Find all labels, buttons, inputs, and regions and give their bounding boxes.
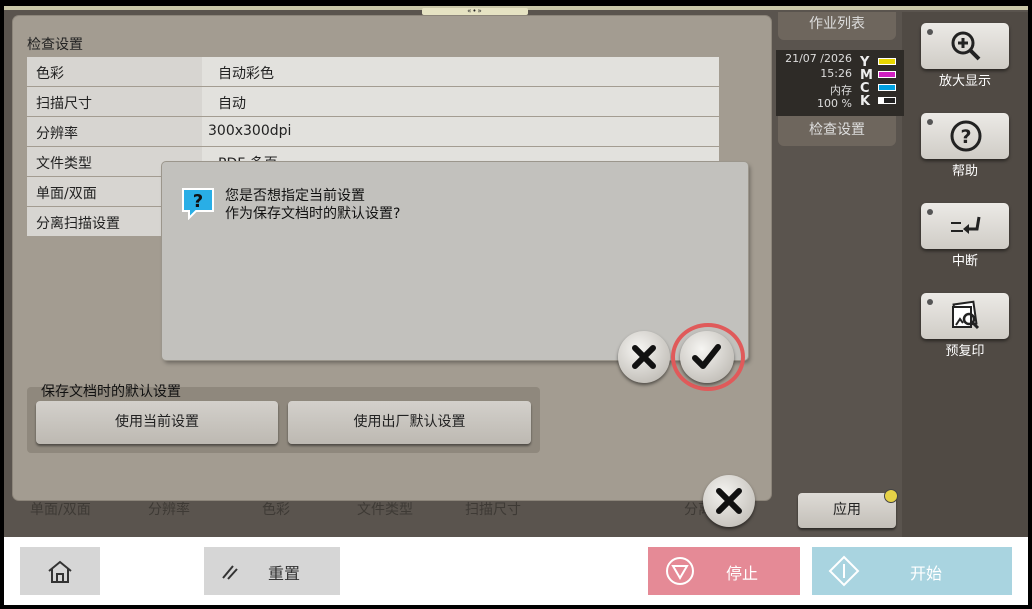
toner-bars: [878, 58, 896, 110]
use-factory-default-button[interactable]: 使用出厂默认设置: [288, 401, 531, 444]
indicator-dot: [927, 119, 933, 125]
use-current-settings-button[interactable]: 使用当前设置: [36, 401, 278, 444]
indicator-dot: [927, 299, 933, 305]
indicator-dot: [927, 29, 933, 35]
bottom-tab-color[interactable]: 色彩: [262, 499, 290, 519]
setting-row: 扫描尺寸 自动: [27, 87, 719, 117]
setting-label: 分辨率: [36, 126, 78, 142]
setting-value-box: 自动彩色: [202, 57, 719, 86]
help-icon: ?: [950, 120, 982, 152]
bottom-tab-file-type[interactable]: 文件类型: [357, 499, 413, 519]
status-time: 15:26: [820, 67, 852, 80]
status-date: 21/07 /2026: [785, 52, 852, 65]
svg-text:?: ?: [193, 191, 203, 212]
ok-button[interactable]: [680, 331, 734, 383]
stop-label: 停止: [726, 564, 759, 583]
cancel-button[interactable]: [618, 331, 670, 383]
apply-button[interactable]: 应用: [798, 489, 898, 528]
dialog-message-line: 作为保存文档时的默认设置?: [225, 206, 401, 222]
stop-button[interactable]: 停止: [648, 547, 800, 595]
reset-button[interactable]: 重置: [204, 547, 340, 595]
default-settings-title: 保存文档时的默认设置: [41, 384, 181, 400]
interrupt-button[interactable]: [921, 203, 1009, 249]
bottom-tab-duplex[interactable]: 单面/双面: [30, 499, 91, 519]
setting-value: 300x300dpi: [208, 123, 292, 139]
apply-label: 应用: [833, 502, 861, 518]
setting-label: 文件类型: [36, 156, 92, 172]
start-label: 开始: [910, 564, 943, 583]
close-panel-button[interactable]: [703, 475, 755, 527]
svg-text:?: ?: [960, 126, 971, 148]
tab-job-list[interactable]: 作业列表: [778, 12, 896, 40]
reset-label: 重置: [268, 564, 301, 583]
help-button[interactable]: ?: [921, 113, 1009, 159]
zoom-label: 放大显示: [938, 74, 991, 89]
start-button[interactable]: 开始: [812, 547, 1012, 595]
checkmark-icon: [692, 344, 721, 369]
stop-icon: [666, 557, 694, 585]
interrupt-icon: [951, 216, 981, 234]
zoom-button[interactable]: [921, 23, 1009, 69]
toner-letter-k: K: [860, 94, 871, 109]
right-panel: [902, 12, 1028, 537]
setting-label: 分离扫描设置: [36, 216, 120, 232]
bottom-tab-resolution[interactable]: 分辨率: [148, 499, 190, 519]
copier-screen: «•» 作业列表 检查设置 21/07 /2026 15:26 内存 100 %…: [4, 6, 1028, 605]
footer-bar: 重置 停止 开始: [4, 537, 1028, 605]
dialog-message: 您是否想指定当前设置 作为保存文档时的默认设置?: [225, 187, 400, 223]
toner-bar-y: [878, 58, 896, 65]
dialog-message-line: 您是否想指定当前设置: [225, 188, 365, 204]
close-icon: [716, 488, 742, 514]
home-icon: [48, 560, 72, 583]
setting-row: 分辨率 300x300dpi: [27, 117, 719, 147]
setting-label: 扫描尺寸: [36, 96, 92, 112]
status-panel: 21/07 /2026 15:26 内存 100 % Y M C K: [776, 50, 904, 116]
tab-check-settings[interactable]: 检查设置: [778, 116, 896, 146]
home-button[interactable]: [20, 547, 100, 595]
preview-button[interactable]: [921, 293, 1009, 339]
toner-bar-c: [878, 84, 896, 91]
reset-icon: [222, 565, 238, 580]
panel-title: 检查设置: [27, 37, 83, 53]
setting-value: 自动彩色: [218, 66, 274, 82]
bottom-tab-scan-size[interactable]: 扫描尺寸: [465, 499, 521, 519]
indicator-dot: [884, 489, 898, 503]
setting-label: 色彩: [36, 66, 64, 82]
question-icon: ?: [182, 188, 214, 220]
setting-value-box: 300x300dpi: [202, 117, 719, 146]
start-icon: [828, 555, 860, 587]
toner-letters: Y M C K: [860, 56, 874, 108]
memory-label: 内存: [830, 84, 852, 97]
close-icon: [632, 345, 656, 369]
setting-label: 单面/双面: [36, 186, 97, 202]
zoom-in-icon: [951, 31, 981, 61]
default-settings-group: 保存文档时的默认设置 使用当前设置 使用出厂默认设置: [27, 384, 540, 453]
setting-value: 自动: [218, 96, 246, 112]
setting-row: 色彩 自动彩色: [27, 57, 719, 87]
memory-value: 100 %: [817, 97, 852, 110]
interrupt-label: 中断: [951, 254, 978, 269]
help-label: 帮助: [951, 164, 978, 179]
indicator-dot: [927, 209, 933, 215]
toner-bar-m: [878, 71, 896, 78]
preview-icon: [952, 300, 980, 330]
preview-label: 预复印: [945, 344, 985, 359]
toner-bar-k: [878, 97, 896, 104]
top-handle[interactable]: «•»: [422, 8, 528, 15]
setting-value-box: 自动: [202, 87, 719, 116]
